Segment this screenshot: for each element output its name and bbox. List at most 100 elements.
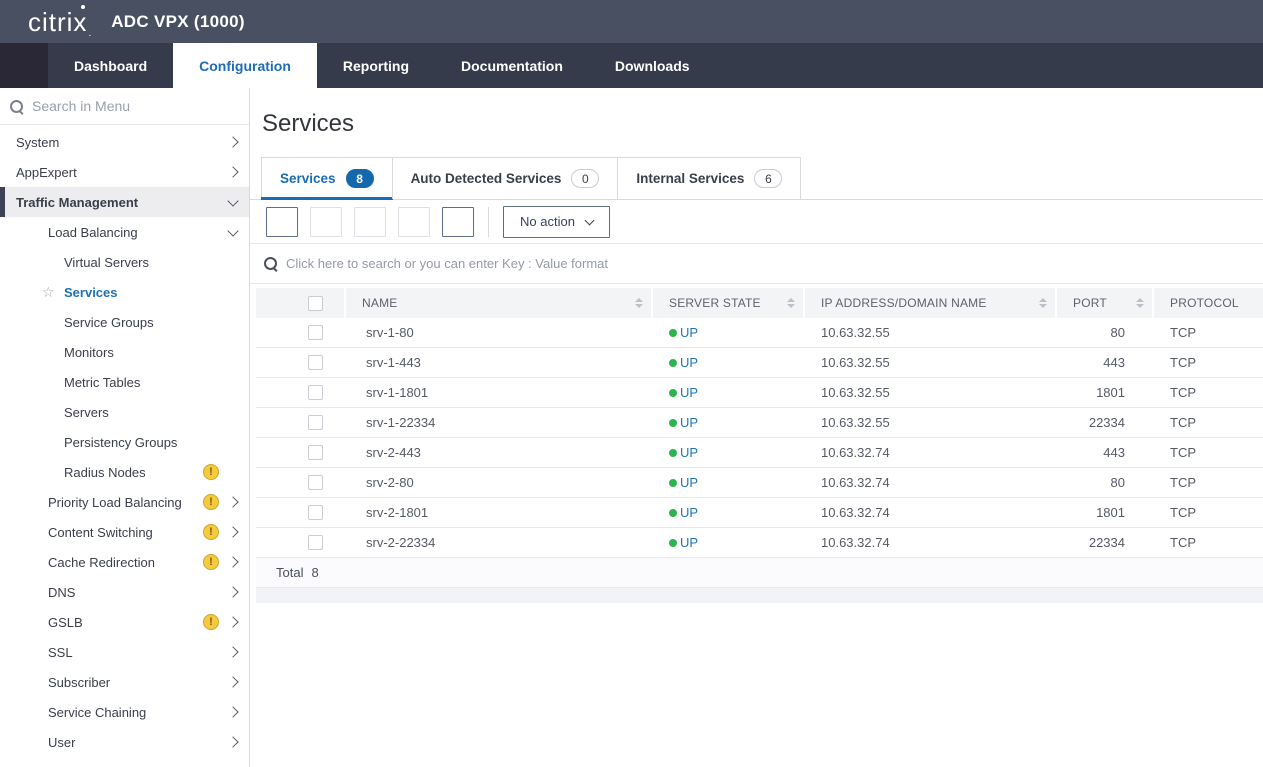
table-row: srv-2-80 UP 10.63.32.74 80 TCP [256,468,1263,498]
toolbar-button[interactable] [266,207,298,237]
sidebar-item[interactable]: ☆ GSLB ! [0,607,249,637]
action-dropdown[interactable]: No action [503,206,610,238]
row-checkbox[interactable] [308,325,323,340]
row-checkbox[interactable] [308,475,323,490]
column-header[interactable]: PORT [1057,288,1152,318]
tab[interactable]: Internal Services 6 [617,157,801,199]
sidebar-item[interactable]: ☆ Load Balancing ! [0,217,249,247]
column-header[interactable]: NAME [346,288,651,318]
sidebar-item[interactable]: ☆ Service Chaining ! [0,697,249,727]
toolbar-button[interactable] [354,207,386,237]
table-row: srv-2-22334 UP 10.63.32.74 22334 TCP [256,528,1263,558]
sort-icon[interactable] [787,298,803,308]
row-checkbox[interactable] [308,415,323,430]
app-title: ADC VPX (1000) [111,12,245,32]
tab[interactable]: Services 8 [261,157,392,199]
sidebar-item[interactable]: ☆ Monitors ! [0,337,249,367]
toolbar-button[interactable] [310,207,342,237]
sidebar-item-label: SSL [48,645,73,660]
sidebar-item[interactable]: ☆ System ! [0,127,249,157]
sidebar-item[interactable]: ☆ Subscriber ! [0,667,249,697]
sidebar-item[interactable]: ☆ Virtual Servers ! [0,247,249,277]
nav-tab-label: Dashboard [74,58,147,74]
column-header-label: NAME [362,296,397,310]
cell-server-state: UP [653,498,803,527]
row-checkbox[interactable] [308,385,323,400]
nav-tab-label: Reporting [343,58,409,74]
sidebar-item-label: User [48,735,75,750]
server-state-link[interactable]: UP [680,355,698,370]
sidebar-item[interactable]: ☆ User ! [0,727,249,757]
sidebar-item[interactable]: ☆ AppExpert ! [0,157,249,187]
sidebar-item[interactable]: ☆ Persistency Groups ! [0,427,249,457]
sidebar-item[interactable]: ☆ Content Switching ! [0,517,249,547]
column-header[interactable]: PROTOCOL [1154,288,1263,318]
select-all-checkbox[interactable] [308,296,323,311]
citrix-logo: citrix [28,9,87,35]
search-icon [264,257,277,270]
sidebar-search-input[interactable] [32,98,239,114]
nav-tab[interactable]: Reporting [317,43,435,88]
server-state-link[interactable]: UP [680,535,698,550]
server-state-link[interactable]: UP [680,385,698,400]
services-table: NAME SERVER STATE IP ADDRESS/DOMAIN NAME… [250,288,1263,603]
cell-ip-address: 10.63.32.74 [805,528,1055,557]
cell-name: srv-1-22334 [346,408,651,437]
row-select-cell [256,498,344,527]
warning-icon: ! [203,524,219,540]
row-checkbox[interactable] [308,505,323,520]
toolbar-button[interactable] [442,207,474,237]
server-state-link[interactable]: UP [680,445,698,460]
sidebar-item[interactable]: ☆ Metric Tables ! [0,367,249,397]
cell-ip-address: 10.63.32.55 [805,318,1055,347]
sort-icon[interactable] [1136,298,1152,308]
nav-tab[interactable]: Configuration [173,43,317,88]
tab[interactable]: Auto Detected Services 0 [392,157,618,199]
sort-icon[interactable] [635,298,651,308]
chevron-icon [227,676,238,687]
column-header[interactable]: IP ADDRESS/DOMAIN NAME [805,288,1055,318]
cell-port: 1801 [1057,378,1152,407]
sidebar-item[interactable]: ☆ Radius Nodes ! [0,457,249,487]
server-state-link[interactable]: UP [680,325,698,340]
sidebar-item[interactable]: ☆ Service Groups ! [0,307,249,337]
cell-ip-address: 10.63.32.55 [805,378,1055,407]
toolbar-button[interactable] [398,207,430,237]
chevron-icon [227,225,238,236]
sort-icon[interactable] [1039,298,1055,308]
sidebar-item[interactable]: ☆ Traffic Management ! [0,187,249,217]
chevron-icon [227,496,238,507]
chevron-icon [227,616,238,627]
cell-server-state: UP [653,348,803,377]
server-state-link[interactable]: UP [680,475,698,490]
sidebar-item[interactable]: ☆ Services ! [0,277,249,307]
sidebar-item[interactable]: ☆ Cache Redirection ! [0,547,249,577]
status-up-icon [669,389,677,397]
row-checkbox[interactable] [308,535,323,550]
sidebar-item[interactable]: ☆ DNS ! [0,577,249,607]
row-checkbox[interactable] [308,355,323,370]
cell-server-state: UP [653,438,803,467]
column-header[interactable]: SERVER STATE [653,288,803,318]
chevron-icon [227,556,238,567]
server-state-link[interactable]: UP [680,415,698,430]
sidebar-item[interactable]: ☆ SSL ! [0,637,249,667]
cell-server-state: UP [653,468,803,497]
nav-tab[interactable]: Dashboard [48,43,173,88]
nav-tab[interactable]: Downloads [589,43,716,88]
table-footer: Total 8 [256,558,1263,588]
column-header-label: PORT [1073,296,1107,310]
nav-tab[interactable]: Documentation [435,43,589,88]
sidebar-item[interactable]: ☆ Servers ! [0,397,249,427]
table-search-input[interactable] [286,256,1263,271]
cell-server-state: UP [653,318,803,347]
sidebar-item-label: Metric Tables [64,375,140,390]
cell-server-state: UP [653,528,803,557]
star-icon[interactable]: ☆ [42,284,55,301]
cell-port: 80 [1057,318,1152,347]
sidebar-item[interactable]: ☆ Priority Load Balancing ! [0,487,249,517]
cell-port: 22334 [1057,408,1152,437]
row-checkbox[interactable] [308,445,323,460]
server-state-link[interactable]: UP [680,505,698,520]
sidebar-item-label: Virtual Servers [64,255,149,270]
